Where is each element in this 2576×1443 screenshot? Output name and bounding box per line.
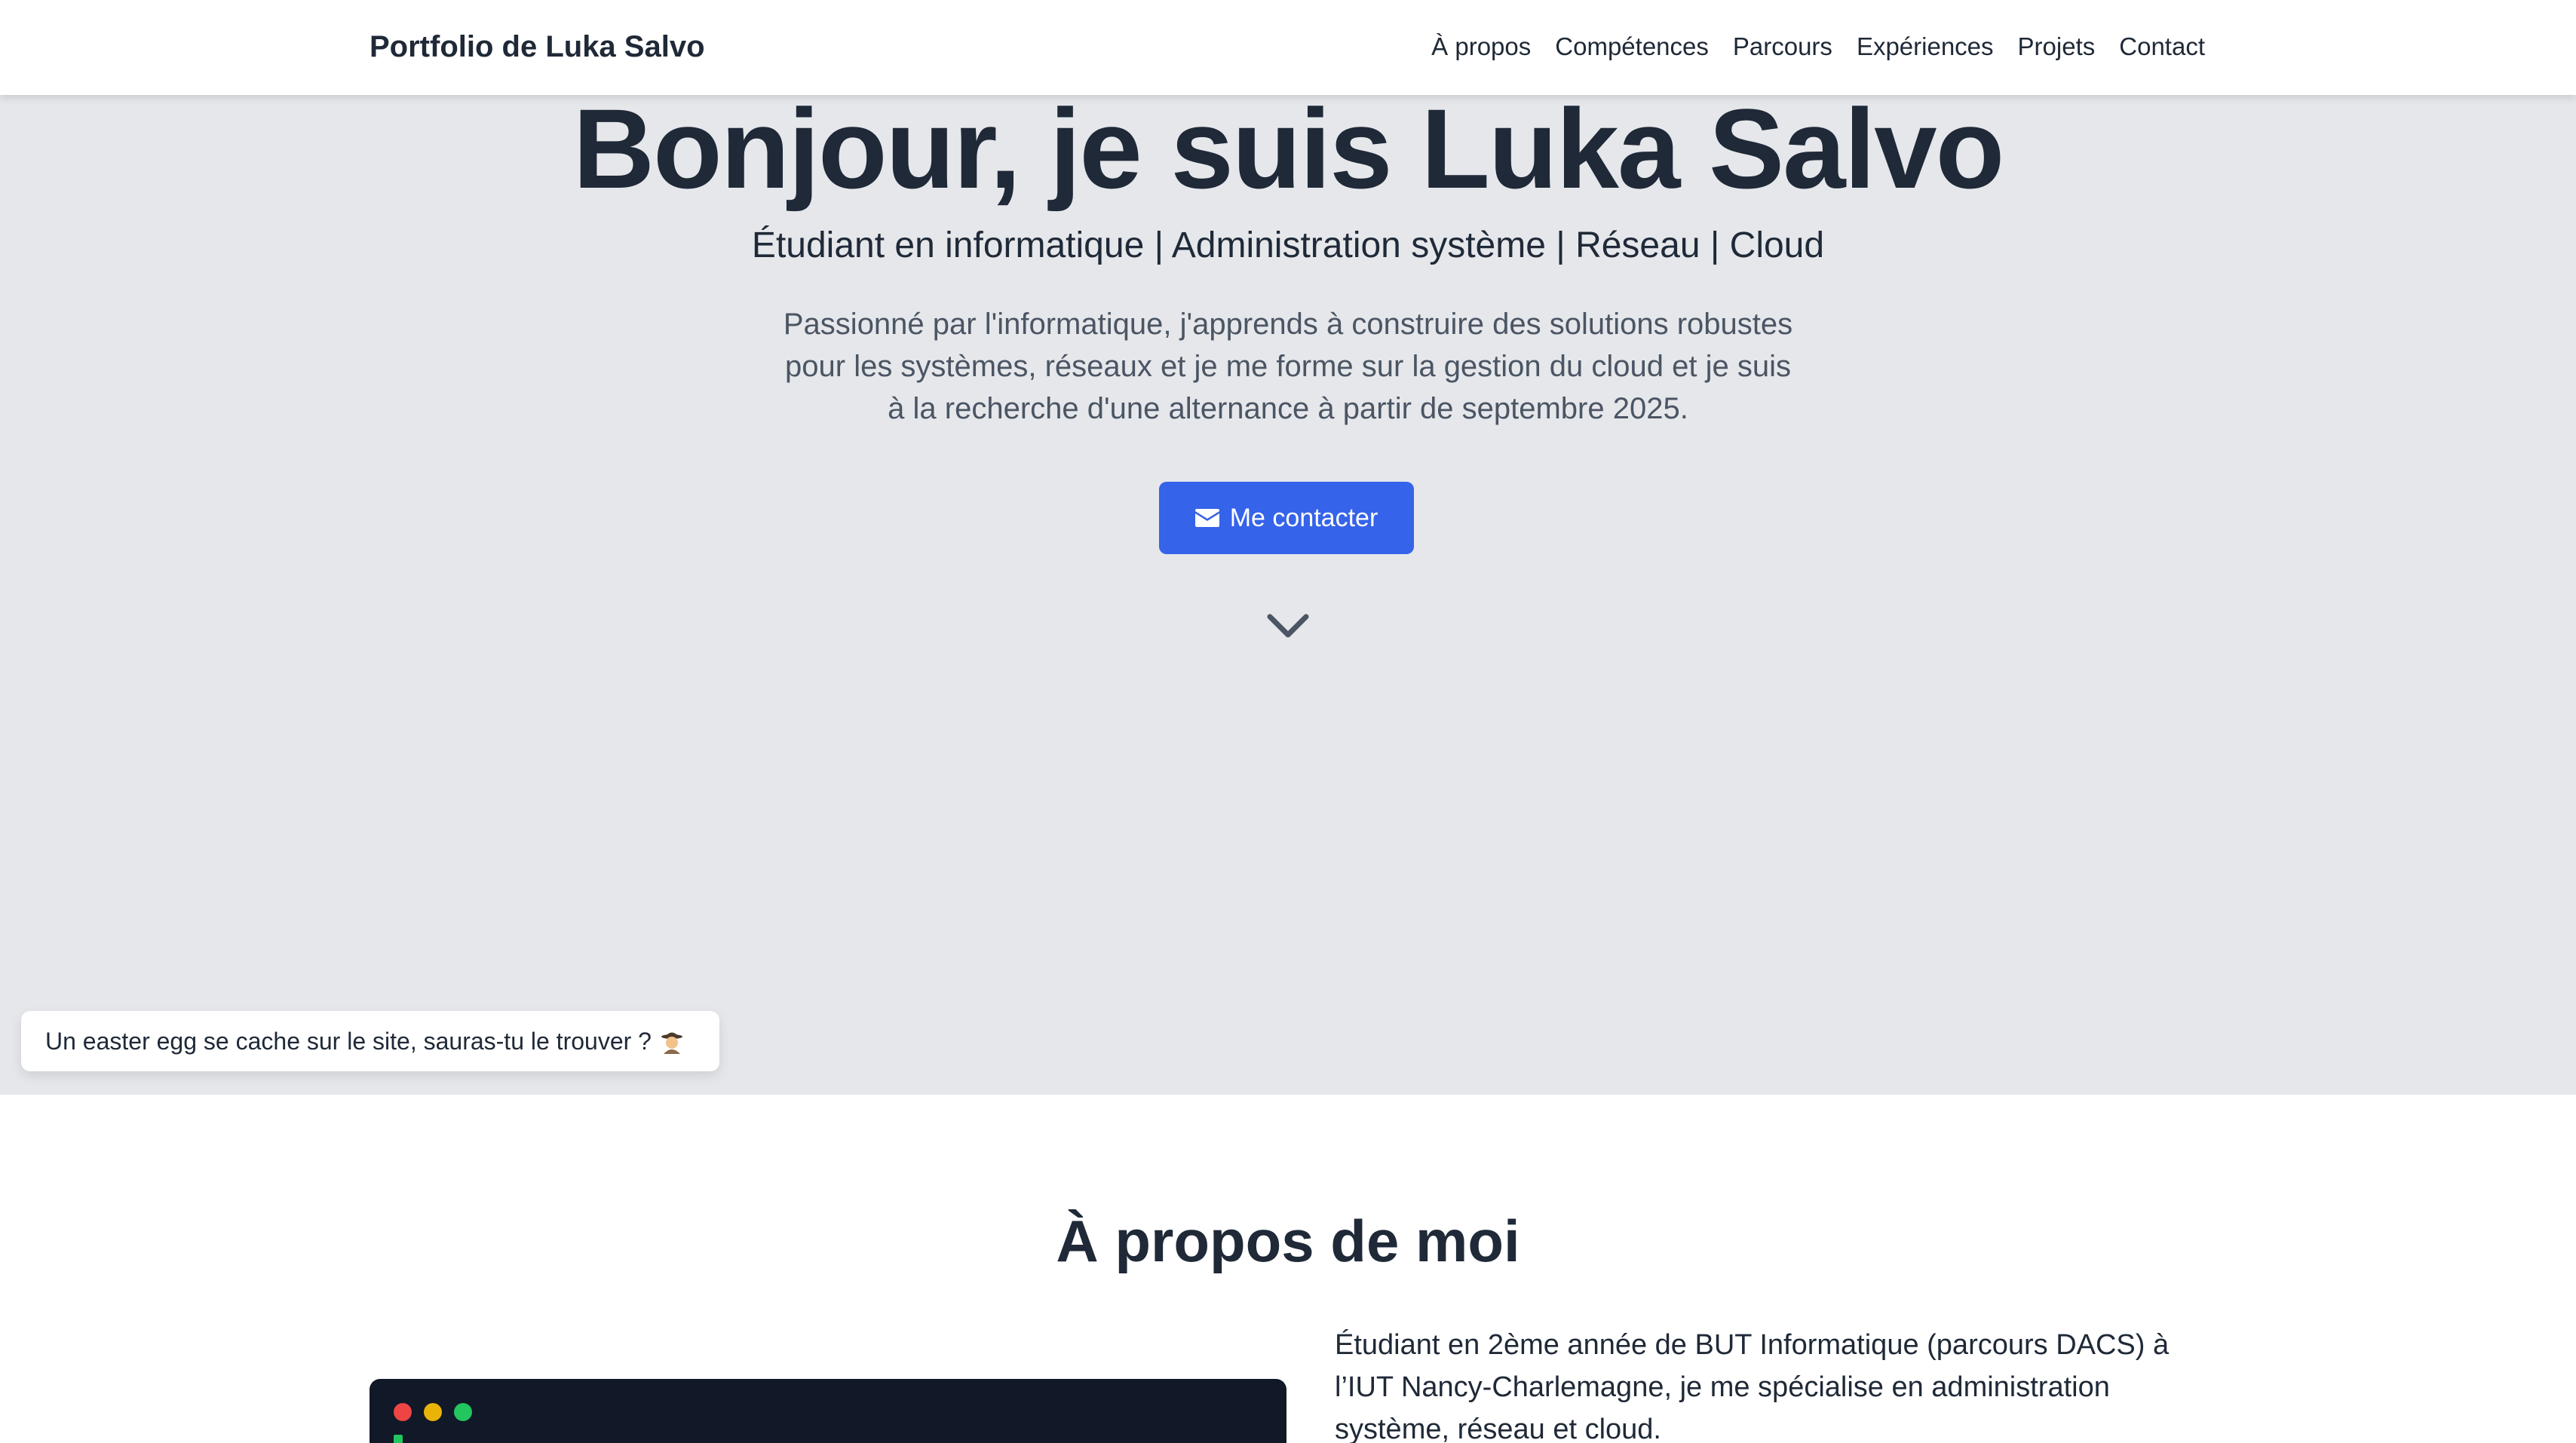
terminal-window [370,1379,1286,1443]
nav-links: À propos Compétences Parcours Expérience… [1431,26,2205,68]
minimize-dot-icon [424,1403,442,1421]
nav-link-projets[interactable]: Projets [2018,26,2096,68]
nav-link-experiences[interactable]: Expériences [1857,26,1994,68]
about-text: Étudiant en 2ème année de BUT Informatiq… [1335,1329,2170,1443]
nav-link-competences[interactable]: Compétences [1555,26,1709,68]
hero-title: Bonjour, je suis Luka Salvo [572,85,2005,212]
hero-section: Bonjour, je suis Luka Salvo Étudiant en … [0,0,2576,1095]
detective-icon [661,1032,682,1054]
contact-button[interactable]: Me contacter [1159,482,1414,554]
nav-link-contact[interactable]: Contact [2119,26,2205,68]
close-dot-icon [394,1403,412,1421]
hero-description: Passionné par l'informatique, j'apprends… [783,308,1793,425]
easter-egg-text: Un easter egg se cache sur le site, saur… [45,1027,652,1055]
top-navbar: Portfolio de Luka Salvo À propos Compéte… [0,0,2576,95]
contact-button-label: Me contacter [1229,503,1378,532]
chevron-down-icon[interactable] [1265,611,1311,641]
hero-subtitle: Étudiant en informatique | Administratio… [751,225,1825,265]
envelope-icon [1194,509,1219,527]
terminal-prompt-icon [394,1435,403,1443]
brand-link[interactable]: Portfolio de Luka Salvo [370,26,705,68]
easter-egg-toast: Un easter egg se cache sur le site, saur… [21,1011,719,1071]
maximize-dot-icon [454,1403,472,1421]
about-title: À propos de moi [1056,1208,1520,1274]
nav-link-parcours[interactable]: Parcours [1733,26,1832,68]
nav-link-a-propos[interactable]: À propos [1431,26,1531,68]
